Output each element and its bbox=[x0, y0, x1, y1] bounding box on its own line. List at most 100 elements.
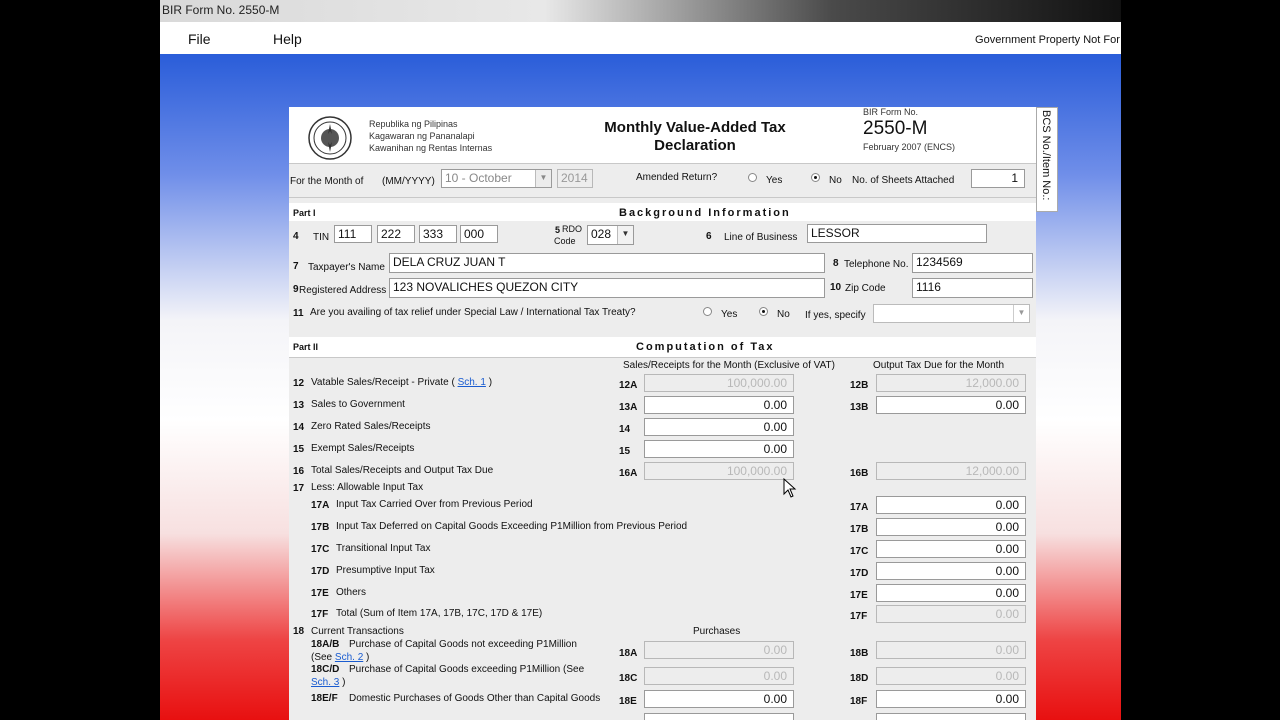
code-15: 15 bbox=[619, 446, 631, 457]
title-bar: BIR Form No. 2550-M bbox=[160, 0, 1121, 22]
item-17f-no: 17F bbox=[311, 609, 329, 620]
bir-seal-icon bbox=[308, 116, 352, 160]
tin-part-4[interactable]: 000 bbox=[460, 225, 498, 243]
code-18a: 18A bbox=[619, 648, 638, 659]
code-14: 14 bbox=[619, 424, 631, 435]
field-18d[interactable]: 0.00 bbox=[876, 667, 1026, 685]
item-17b-no: 17B bbox=[311, 522, 330, 533]
code-16b: 16B bbox=[850, 468, 869, 479]
amended-no-radio[interactable] bbox=[811, 173, 820, 182]
field-next-a[interactable] bbox=[644, 713, 794, 720]
item-18cd-line-2: Sch. 3 ) bbox=[311, 677, 345, 688]
field-18e[interactable]: 0.00 bbox=[644, 690, 794, 708]
field-18b[interactable]: 0.00 bbox=[876, 641, 1026, 659]
field-18f[interactable]: 0.00 bbox=[876, 690, 1026, 708]
code-17d: 17D bbox=[850, 568, 869, 579]
chevron-down-icon: ▼ bbox=[1013, 305, 1029, 322]
specify-select[interactable]: ▼ bbox=[873, 304, 1030, 323]
telephone-field[interactable]: 1234569 bbox=[912, 253, 1033, 273]
relief-no-radio[interactable] bbox=[759, 307, 768, 316]
schedule-2-link[interactable]: Sch. 2 bbox=[335, 652, 363, 663]
code-13a: 13A bbox=[619, 402, 638, 413]
item-16-label: Total Sales/Receipts and Output Tax Due bbox=[311, 465, 494, 476]
amended-yes-radio[interactable] bbox=[748, 173, 757, 182]
sheets-label: No. of Sheets Attached bbox=[852, 175, 955, 186]
field-13b[interactable]: 0.00 bbox=[876, 396, 1026, 414]
item-12-no: 12 bbox=[293, 378, 305, 389]
taxpayer-name-field[interactable]: DELA CRUZ JUAN T bbox=[389, 253, 825, 273]
item-14-no: 14 bbox=[293, 422, 305, 433]
zip-field[interactable]: 1116 bbox=[912, 278, 1033, 298]
field-16a[interactable]: 100,000.00 bbox=[644, 462, 794, 480]
tin-part-3[interactable]: 333 bbox=[419, 225, 457, 243]
menu-file[interactable]: File bbox=[188, 31, 211, 47]
field-next-b[interactable] bbox=[876, 713, 1026, 720]
field-15[interactable]: 0.00 bbox=[644, 440, 794, 458]
relief-yes-label: Yes bbox=[721, 309, 738, 320]
code-12a: 12A bbox=[619, 380, 638, 391]
field-16b[interactable]: 12,000.00 bbox=[876, 462, 1026, 480]
field-18c[interactable]: 0.00 bbox=[644, 667, 794, 685]
relief-yes-radio[interactable] bbox=[703, 307, 712, 316]
schedule-1-link[interactable]: Sch. 1 bbox=[458, 377, 486, 388]
code-13b: 13B bbox=[850, 402, 869, 413]
item-4-no: 4 bbox=[293, 231, 299, 242]
field-17a[interactable]: 0.00 bbox=[876, 496, 1026, 514]
month-select[interactable]: 10 - October ▼ bbox=[441, 169, 552, 188]
item-17c-label: Transitional Input Tax bbox=[336, 543, 431, 554]
year-field[interactable]: 2014 bbox=[557, 169, 593, 188]
item-9-no: 9 bbox=[293, 284, 299, 295]
amended-yes-label: Yes bbox=[766, 175, 783, 186]
form-title-line-1: Monthly Value-Added Tax bbox=[604, 119, 786, 136]
item-17e-label: Others bbox=[336, 587, 367, 598]
item-12-close: ) bbox=[488, 377, 493, 388]
item-12-label: Vatable Sales/Receipt - Private ( Sch. 1… bbox=[311, 377, 492, 388]
field-12a[interactable]: 100,000.00 bbox=[644, 374, 794, 392]
rdo-select[interactable]: 028 ▼ bbox=[587, 225, 634, 245]
sheets-field[interactable]: 1 bbox=[971, 169, 1025, 188]
chevron-down-icon: ▼ bbox=[535, 170, 551, 187]
tin-part-2[interactable]: 222 bbox=[377, 225, 415, 243]
tin-part-1[interactable]: 111 bbox=[334, 225, 372, 243]
item-17b-label: Input Tax Deferred on Capital Goods Exce… bbox=[336, 521, 688, 532]
lob-field[interactable]: LESSOR bbox=[807, 224, 987, 243]
item-18ab-close: ) bbox=[366, 652, 370, 663]
item-18ef-no: 18E/F bbox=[311, 693, 338, 704]
field-13a[interactable]: 0.00 bbox=[644, 396, 794, 414]
field-17c[interactable]: 0.00 bbox=[876, 540, 1026, 558]
schedule-3-link[interactable]: Sch. 3 bbox=[311, 677, 339, 688]
item-15-label: Exempt Sales/Receipts bbox=[311, 443, 415, 454]
code-17e: 17E bbox=[850, 590, 868, 601]
item-18-no: 18 bbox=[293, 626, 305, 637]
field-14[interactable]: 0.00 bbox=[644, 418, 794, 436]
agency-line-3: Kawanihan ng Rentas Internas bbox=[369, 143, 493, 153]
purchases-column-header: Purchases bbox=[693, 626, 741, 637]
item-8-no: 8 bbox=[833, 258, 839, 269]
address-label: Registered Address bbox=[299, 285, 387, 296]
field-18a[interactable]: 0.00 bbox=[644, 641, 794, 659]
menu-help[interactable]: Help bbox=[273, 31, 302, 47]
item-15-no: 15 bbox=[293, 444, 305, 455]
part2-label: Part II bbox=[293, 342, 319, 352]
form-date: February 2007 (ENCS) bbox=[863, 142, 956, 152]
field-17d[interactable]: 0.00 bbox=[876, 562, 1026, 580]
part1-title: Background Information bbox=[619, 207, 791, 219]
field-17b[interactable]: 0.00 bbox=[876, 518, 1026, 536]
code-18c: 18C bbox=[619, 673, 638, 684]
relief-label: Are you availing of tax relief under Spe… bbox=[310, 307, 636, 318]
amended-label: Amended Return? bbox=[636, 172, 718, 183]
item-13-label: Sales to Government bbox=[311, 399, 405, 410]
specify-label: If yes, specify bbox=[805, 310, 866, 321]
code-17a: 17A bbox=[850, 502, 869, 513]
field-17e[interactable]: 0.00 bbox=[876, 584, 1026, 602]
rdo-code-label: Code bbox=[554, 236, 576, 246]
field-17f[interactable]: 0.00 bbox=[876, 605, 1026, 623]
code-17b: 17B bbox=[850, 524, 869, 535]
item-10-no: 10 bbox=[830, 282, 842, 293]
address-field[interactable]: 123 NOVALICHES QUEZON CITY bbox=[389, 278, 825, 298]
month-select-value: 10 - October bbox=[445, 171, 512, 185]
code-12b: 12B bbox=[850, 380, 869, 391]
field-12b[interactable]: 12,000.00 bbox=[876, 374, 1026, 392]
output-column-header: Output Tax Due for the Month bbox=[873, 360, 1005, 371]
form-title: Monthly Value-Added Tax Declaration bbox=[574, 119, 816, 155]
